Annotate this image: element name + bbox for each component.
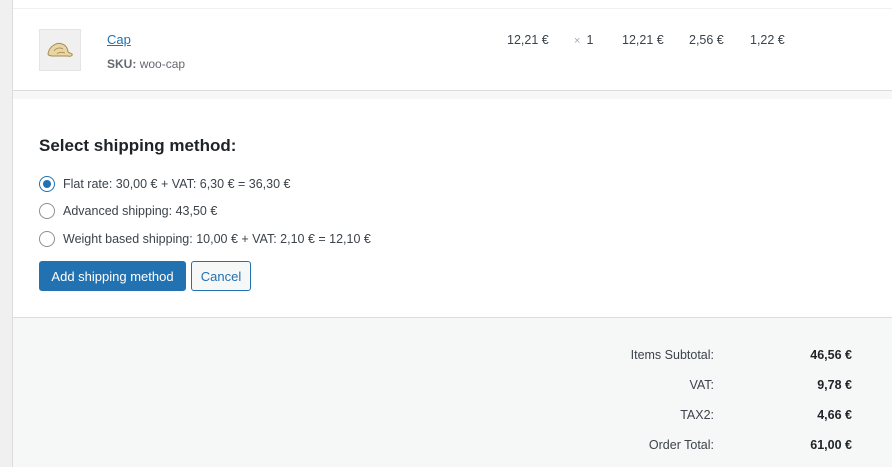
radio-button[interactable] bbox=[39, 203, 55, 219]
item-name-link[interactable]: Cap bbox=[107, 32, 131, 47]
item-quantity: × 1 bbox=[574, 33, 593, 47]
top-strip bbox=[13, 0, 892, 9]
sku-label: SKU: bbox=[107, 57, 137, 71]
table-row: Cap SKU: woo-cap 12,21 € × 1 12,21 € 2,56… bbox=[13, 9, 892, 91]
add-shipping-method-button[interactable]: Add shipping method bbox=[39, 261, 186, 291]
times-icon: × bbox=[574, 35, 581, 47]
radio-button[interactable] bbox=[39, 231, 55, 247]
sku-value: woo-cap bbox=[139, 57, 186, 71]
totals-label-order-total: Order Total: bbox=[648, 438, 714, 452]
item-sku: SKU: woo-cap bbox=[107, 57, 185, 71]
quantity-value: 1 bbox=[586, 33, 594, 47]
totals-label-vat: VAT: bbox=[689, 378, 714, 392]
shipping-option-advanced[interactable]: Advanced shipping: 43,50 € bbox=[39, 203, 217, 219]
shipping-option-label: Advanced shipping: 43,50 € bbox=[63, 204, 218, 218]
shipping-option-label: Weight based shipping: 10,00 € + VAT: 2,… bbox=[63, 232, 371, 246]
shipping-option-weight-based[interactable]: Weight based shipping: 10,00 € + VAT: 2,… bbox=[39, 231, 371, 247]
order-items-panel: Cap SKU: woo-cap 12,21 € × 1 12,21 € 2,56… bbox=[12, 0, 892, 467]
shipping-method-heading: Select shipping method: bbox=[39, 136, 237, 155]
totals-label-subtotal: Items Subtotal: bbox=[630, 348, 714, 362]
shipping-option-label: Flat rate: 30,00 € + VAT: 6,30 € = 36,30… bbox=[63, 177, 291, 191]
totals-value-tax2: 4,66 € bbox=[817, 408, 852, 422]
totals-value-vat: 9,78 € bbox=[817, 378, 852, 392]
item-cost: 12,21 € bbox=[507, 33, 549, 47]
product-thumbnail[interactable] bbox=[39, 29, 81, 71]
cancel-button[interactable]: Cancel bbox=[191, 261, 251, 291]
cap-icon bbox=[47, 43, 73, 57]
item-tax-vat: 2,56 € bbox=[689, 33, 724, 47]
totals-value-subtotal: 46,56 € bbox=[810, 348, 852, 362]
item-tax-tax2: 1,22 € bbox=[750, 33, 785, 47]
section-divider bbox=[13, 91, 892, 99]
shipping-option-flat-rate[interactable]: Flat rate: 30,00 € + VAT: 6,30 € = 36,30… bbox=[39, 176, 290, 192]
radio-button[interactable] bbox=[39, 176, 55, 192]
totals-label-tax2: TAX2: bbox=[680, 408, 714, 422]
order-totals: Items Subtotal: 46,56 € VAT: 9,78 € TAX2… bbox=[13, 317, 892, 467]
item-total: 12,21 € bbox=[622, 33, 664, 47]
totals-value-order-total: 61,00 € bbox=[810, 438, 852, 452]
